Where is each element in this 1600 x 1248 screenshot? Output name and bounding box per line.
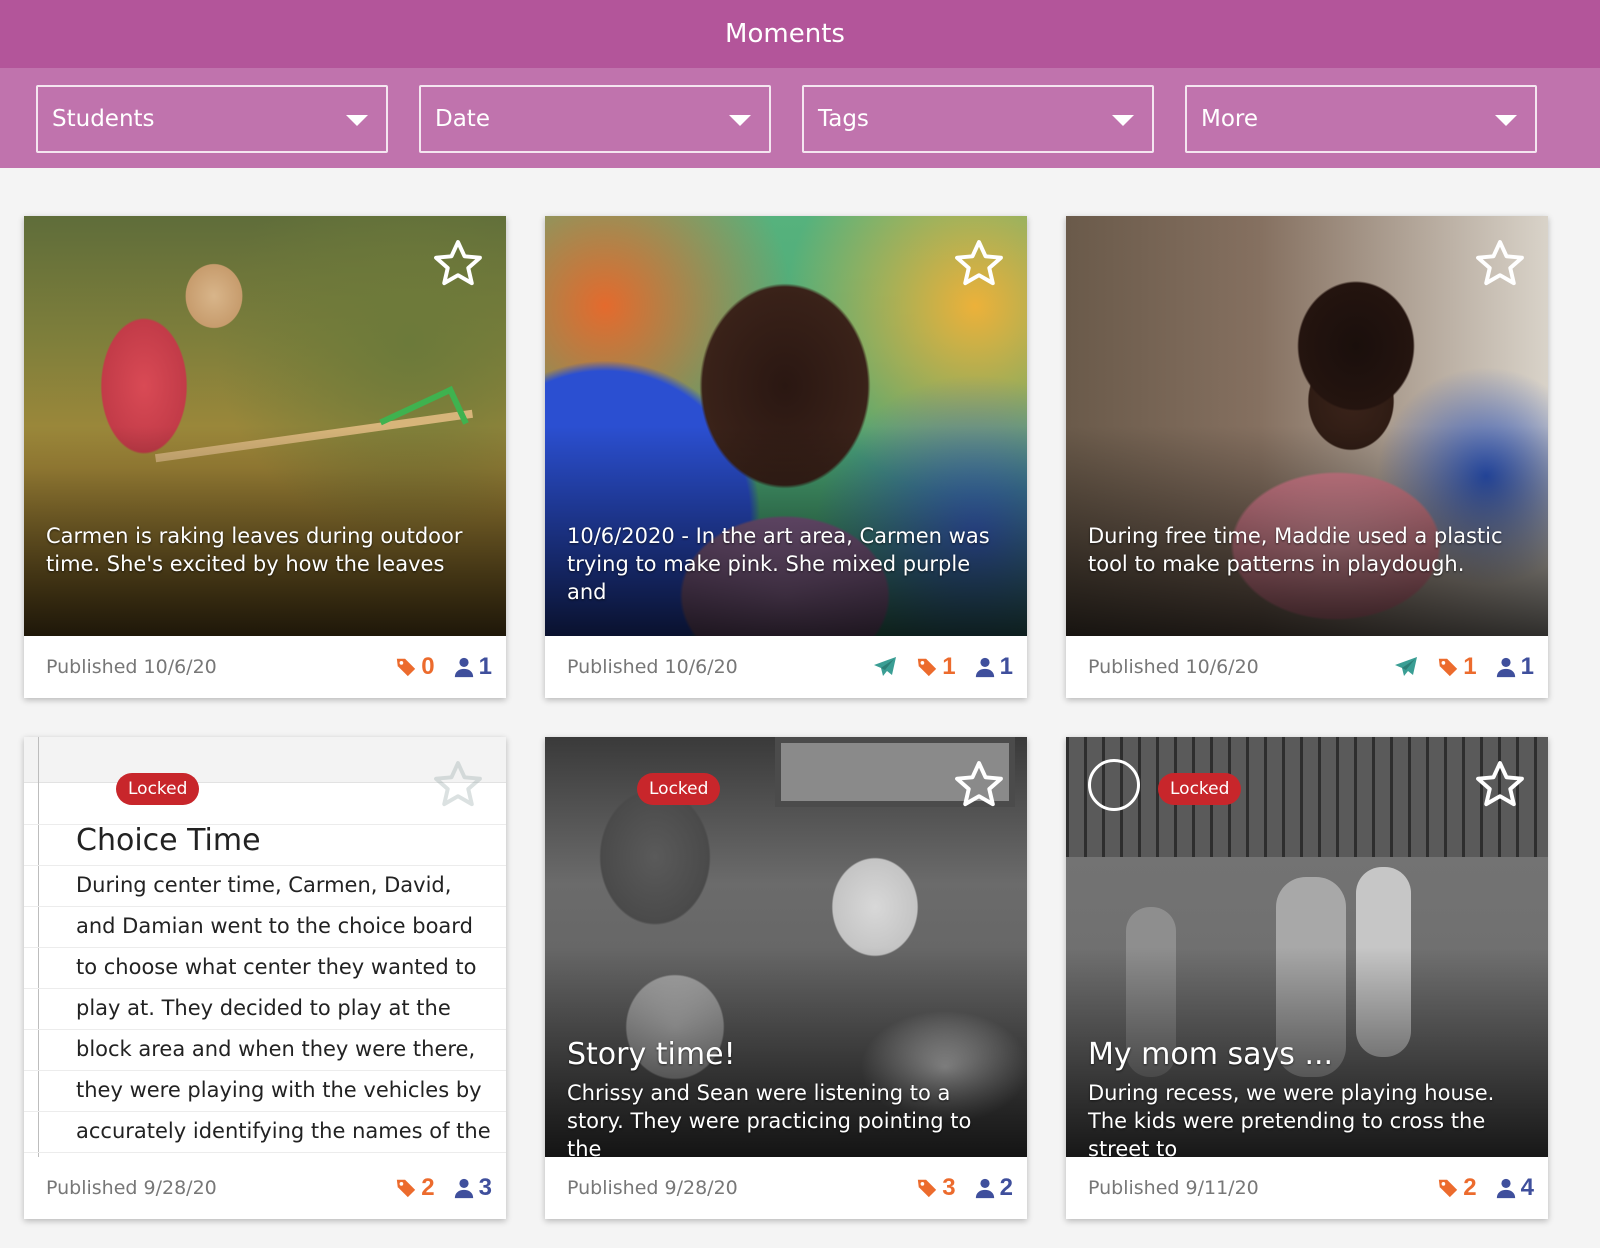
people-count-value: 4 (1520, 1174, 1534, 1201)
moment-card[interactable]: Locked Story time! Chrissy and Sean were… (545, 737, 1027, 1219)
people-count[interactable]: 4 (1495, 1174, 1534, 1202)
moment-card[interactable]: 10/6/2020 - In the art area, Carmen was … (545, 216, 1027, 698)
people-count-value: 2 (999, 1174, 1013, 1201)
person-icon (1495, 1177, 1517, 1199)
moment-caption: 10/6/2020 - In the art area, Carmen was … (567, 524, 990, 604)
locked-badge: Locked (116, 773, 200, 805)
moment-caption: Chrissy and Sean were listening to a sto… (567, 1081, 972, 1157)
tag-icon (916, 656, 938, 678)
moment-photo[interactable]: 10/6/2020 - In the art area, Carmen was … (545, 216, 1027, 636)
moment-photo[interactable]: During free time, Maddie used a plastic … (1066, 216, 1548, 636)
tag-count[interactable]: 1 (1437, 653, 1477, 681)
filter-label: Students (52, 106, 155, 132)
tag-icon (395, 656, 417, 678)
star-outline-icon[interactable] (1472, 757, 1528, 813)
tag-icon (916, 1177, 938, 1199)
people-count-value: 1 (478, 653, 492, 680)
moment-card[interactable]: Locked My mom says ... During recess, we… (1066, 737, 1548, 1219)
tag-count-value: 2 (1463, 1174, 1477, 1201)
moment-card[interactable]: During free time, Maddie used a plastic … (1066, 216, 1548, 698)
person-icon (974, 1177, 996, 1199)
tags-filter-dropdown[interactable]: Tags (802, 85, 1154, 153)
card-footer: Published 9/28/20 2 3 (24, 1157, 506, 1219)
locked-badge: Locked (1158, 773, 1242, 805)
filter-label: Date (435, 106, 490, 132)
people-count[interactable]: 1 (974, 653, 1013, 681)
tag-count-value: 1 (942, 653, 956, 680)
people-count-value: 1 (1520, 653, 1534, 680)
moment-title: Choice Time (76, 823, 261, 858)
page-title: Moments (725, 19, 845, 49)
people-count[interactable]: 1 (1495, 653, 1534, 681)
tag-count-value: 3 (942, 1174, 956, 1201)
published-date: Published 9/28/20 (46, 1177, 217, 1199)
published-date: Published 10/6/20 (1088, 656, 1259, 678)
locked-badge: Locked (637, 773, 721, 805)
select-circle-icon[interactable] (1088, 759, 1140, 811)
tag-count[interactable]: 3 (916, 1174, 956, 1202)
caret-down-icon (346, 115, 368, 126)
card-footer: Published 10/6/20 1 1 (545, 636, 1027, 698)
caret-down-icon (1495, 115, 1517, 126)
tag-count[interactable]: 1 (916, 653, 956, 681)
filter-label: More (1201, 106, 1259, 132)
people-count-value: 1 (999, 653, 1013, 680)
moment-caption: During free time, Maddie used a plastic … (1088, 524, 1503, 576)
caret-down-icon (729, 115, 751, 126)
person-icon (974, 656, 996, 678)
filter-label: Tags (818, 106, 869, 132)
published-date: Published 10/6/20 (567, 656, 738, 678)
card-footer: Published 9/28/20 3 2 (545, 1157, 1027, 1219)
moment-photo[interactable]: Locked Story time! Chrissy and Sean were… (545, 737, 1027, 1157)
people-count[interactable]: 3 (453, 1174, 492, 1202)
people-count-value: 3 (478, 1174, 492, 1201)
moment-title: My mom says ... (1088, 1037, 1334, 1072)
tag-count[interactable]: 0 (395, 653, 435, 681)
tag-icon (1437, 1177, 1459, 1199)
people-count[interactable]: 1 (453, 653, 492, 681)
person-icon (453, 1177, 475, 1199)
tag-icon (395, 1177, 417, 1199)
moment-body: During center time, Carmen, David, and D… (76, 873, 491, 1143)
moment-card[interactable]: Locked Choice Time During center time, C… (24, 737, 506, 1219)
people-count[interactable]: 2 (974, 1174, 1013, 1202)
students-filter-dropdown[interactable]: Students (36, 85, 388, 153)
tag-icon (1437, 656, 1459, 678)
star-outline-icon[interactable] (430, 757, 486, 813)
filter-bar: Students Date Tags More (0, 68, 1600, 168)
card-footer: Published 10/6/20 0 1 (24, 636, 506, 698)
moment-caption: During recess, we were playing house. Th… (1088, 1081, 1495, 1157)
person-icon (1495, 656, 1517, 678)
moment-note[interactable]: Locked Choice Time During center time, C… (24, 737, 506, 1157)
published-date: Published 10/6/20 (46, 656, 217, 678)
tag-count-value: 0 (421, 653, 435, 680)
app-header: Moments (0, 0, 1600, 68)
card-footer: Published 9/11/20 2 4 (1066, 1157, 1548, 1219)
card-footer: Published 10/6/20 1 1 (1066, 636, 1548, 698)
moment-card[interactable]: Carmen is raking leaves during outdoor t… (24, 216, 506, 698)
star-outline-icon[interactable] (430, 236, 486, 292)
star-outline-icon[interactable] (1472, 236, 1528, 292)
date-filter-dropdown[interactable]: Date (419, 85, 771, 153)
published-date: Published 9/28/20 (567, 1177, 738, 1199)
more-filter-dropdown[interactable]: More (1185, 85, 1537, 153)
paper-plane-icon[interactable] (872, 655, 898, 679)
paper-plane-icon[interactable] (1393, 655, 1419, 679)
person-icon (453, 656, 475, 678)
moment-caption: Carmen is raking leaves during outdoor t… (46, 524, 463, 576)
tag-count[interactable]: 2 (395, 1174, 435, 1202)
tag-count[interactable]: 2 (1437, 1174, 1477, 1202)
moment-title: Story time! (567, 1037, 736, 1072)
moment-photo[interactable]: Locked My mom says ... During recess, we… (1066, 737, 1548, 1157)
star-outline-icon[interactable] (951, 757, 1007, 813)
star-outline-icon[interactable] (951, 236, 1007, 292)
caret-down-icon (1112, 115, 1134, 126)
tag-count-value: 2 (421, 1174, 435, 1201)
published-date: Published 9/11/20 (1088, 1177, 1259, 1199)
tag-count-value: 1 (1463, 653, 1477, 680)
moment-photo[interactable]: Carmen is raking leaves during outdoor t… (24, 216, 506, 636)
